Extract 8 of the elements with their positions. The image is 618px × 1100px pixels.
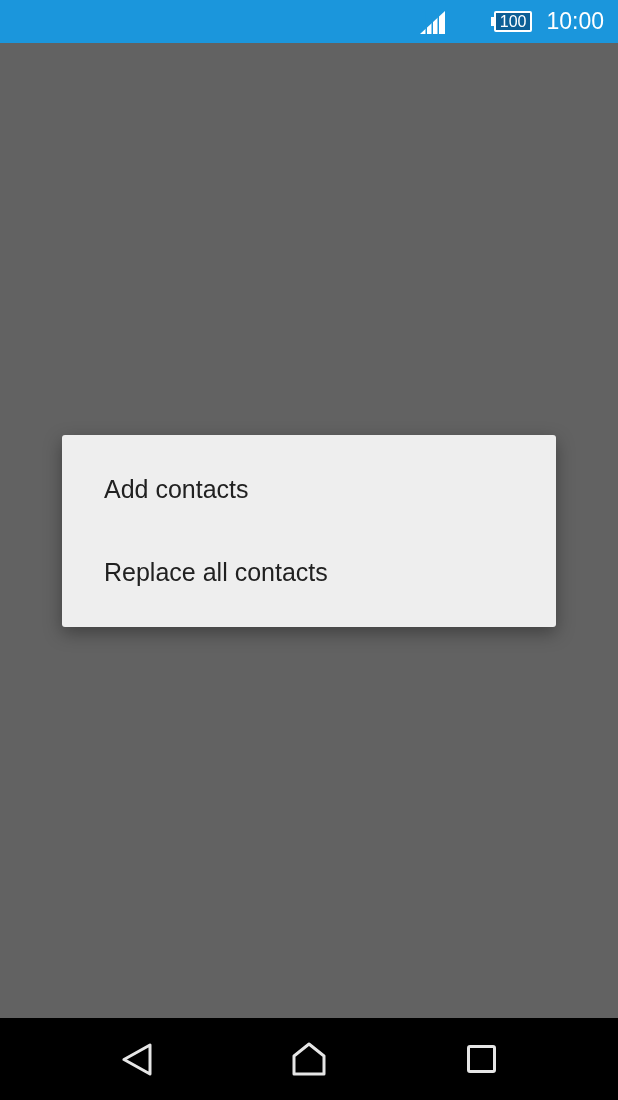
- menu-option[interactable]: Replace all contacts: [62, 530, 556, 614]
- home-icon[interactable]: [292, 1042, 326, 1076]
- clock-time: 10:00: [546, 8, 604, 35]
- battery-indicator: 100: [490, 11, 533, 32]
- menu-option[interactable]: Add contacts: [62, 447, 556, 531]
- recent-apps-icon[interactable]: [467, 1045, 496, 1073]
- back-icon[interactable]: [122, 1042, 152, 1076]
- signal-icon: [419, 11, 445, 34]
